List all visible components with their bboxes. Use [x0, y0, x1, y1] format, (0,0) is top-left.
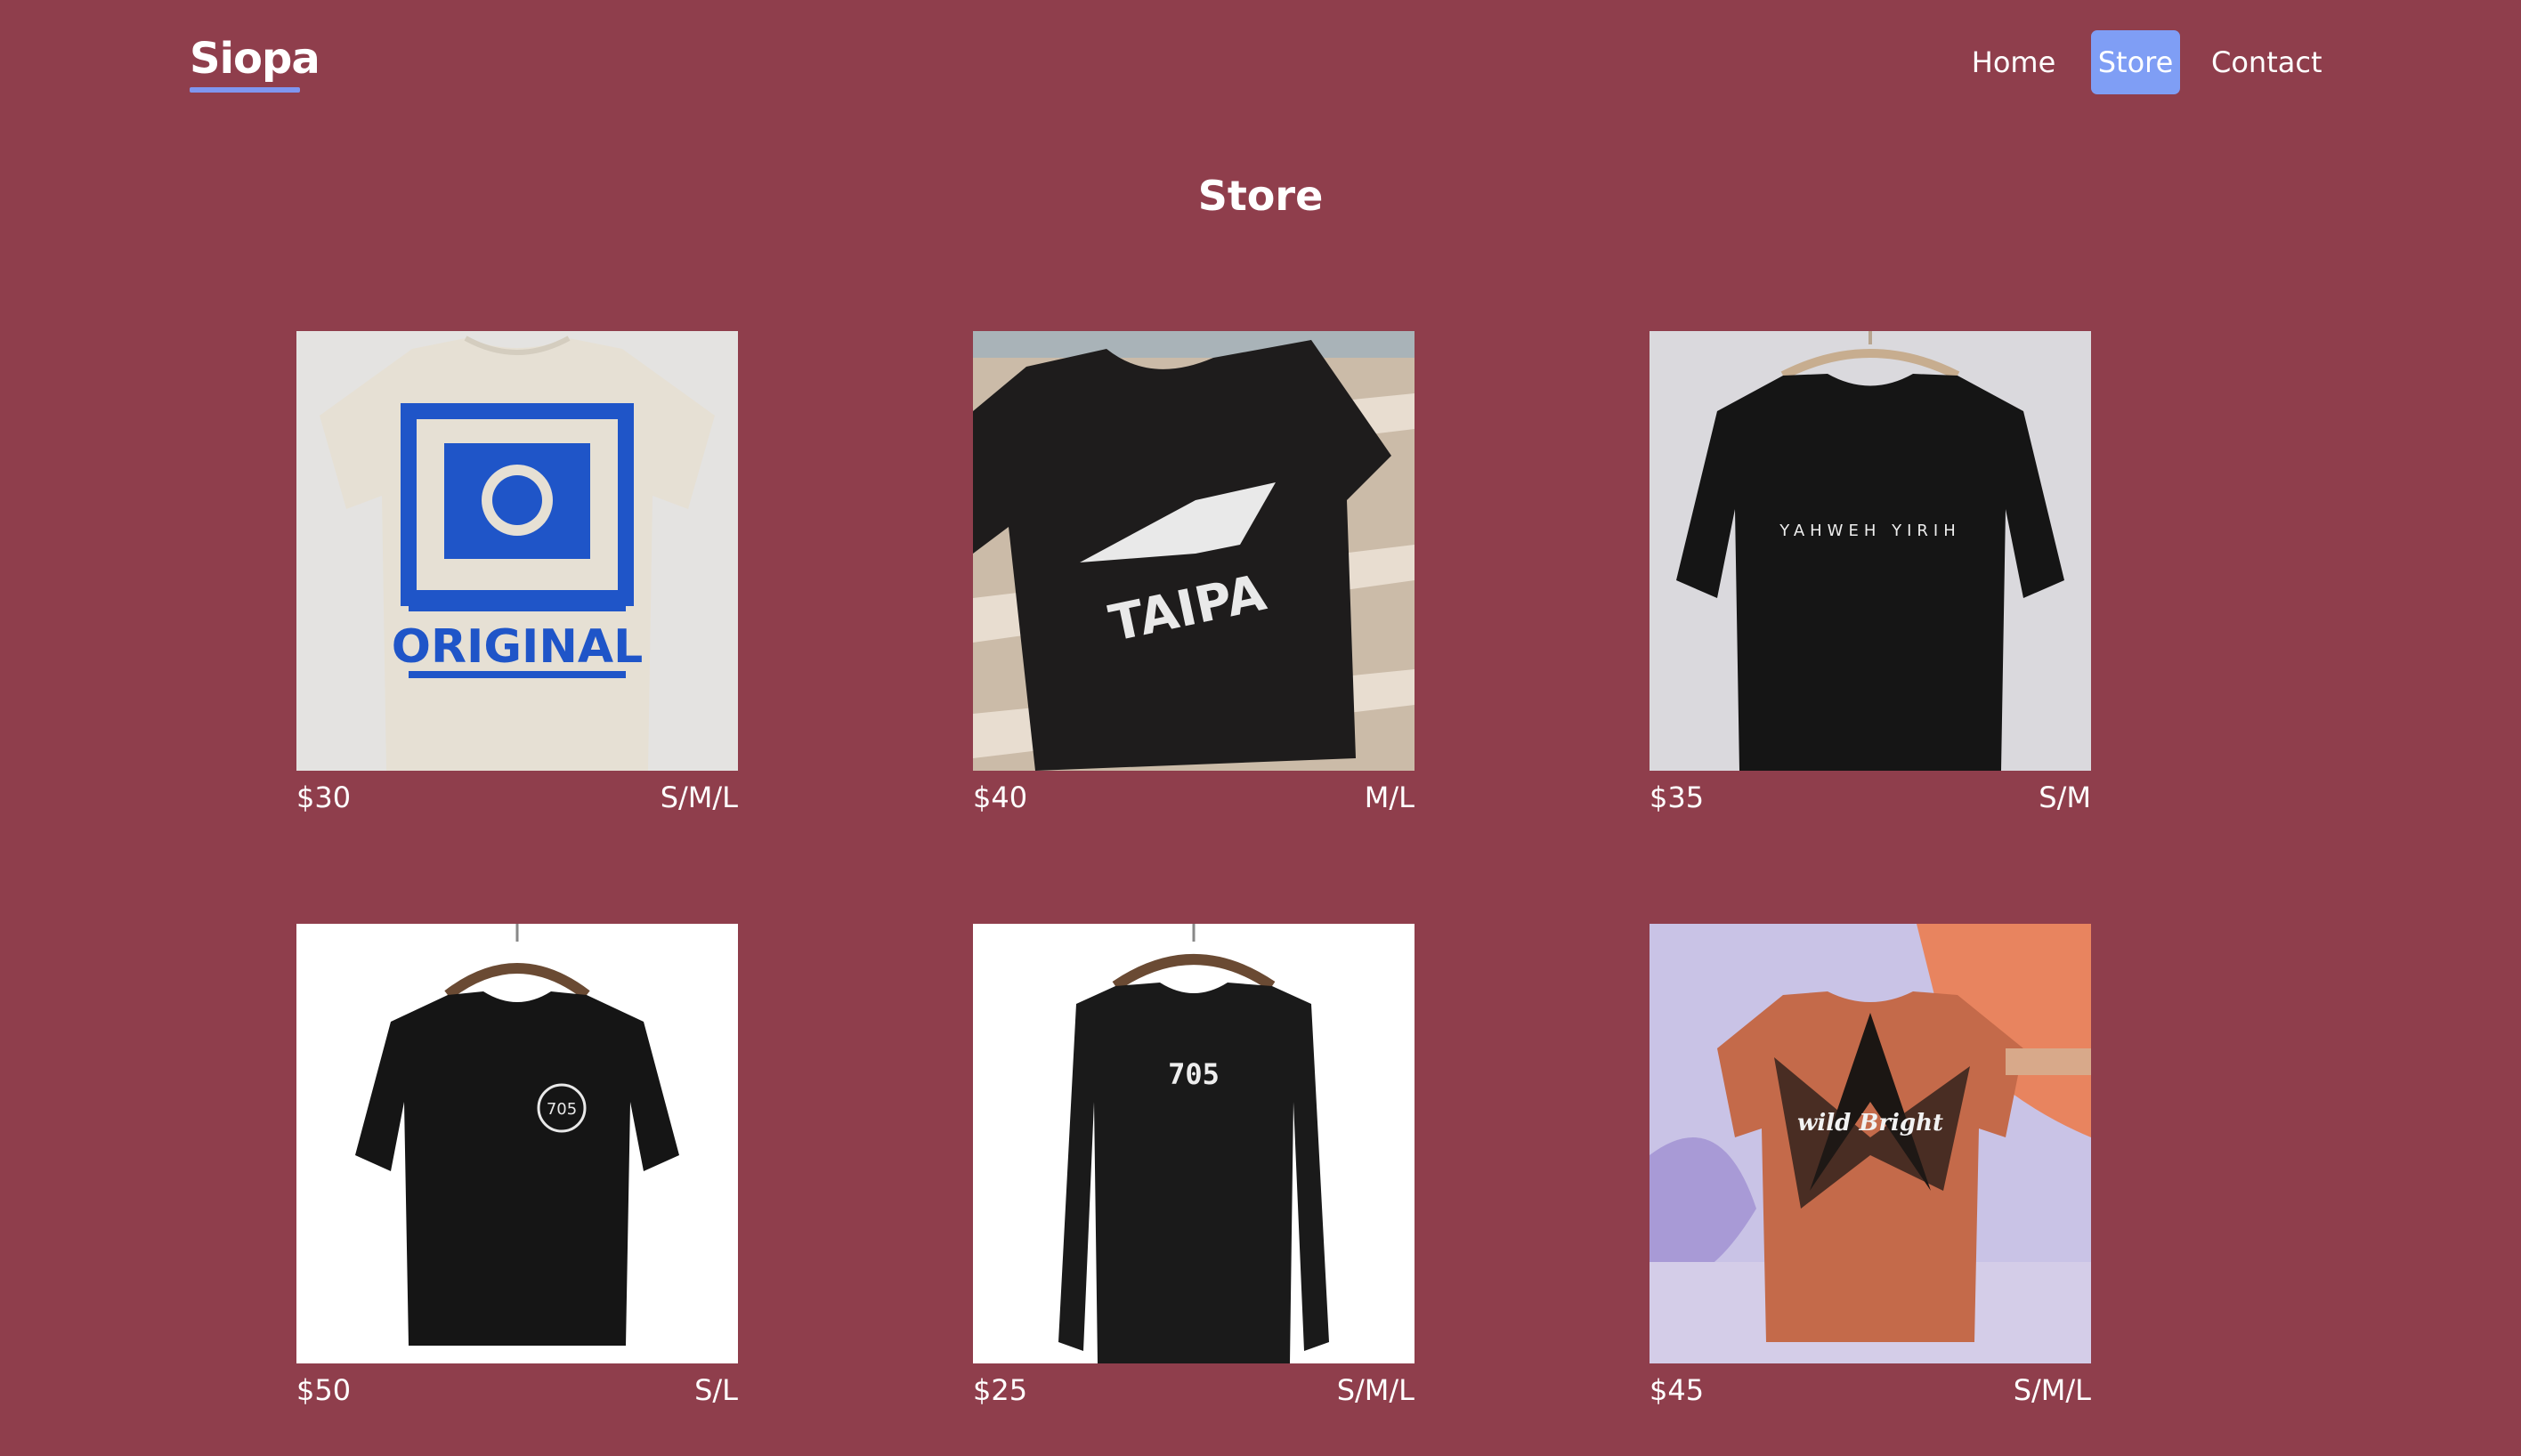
black-tshirt-hanger-icon: YAHWEH YIRIH [1650, 331, 2091, 771]
product-card[interactable]: 705 $25 S/M/L [973, 924, 1415, 1417]
product-price: $35 [1650, 781, 1705, 814]
product-card[interactable]: ORIGINAL $30 S/M/L [296, 331, 738, 824]
black-longsleeve-icon: 705 [973, 924, 1415, 1363]
product-sizes: S/M [2039, 781, 2091, 814]
product-image[interactable]: ORIGINAL [296, 331, 738, 771]
product-image[interactable]: 705 [973, 924, 1415, 1363]
nav-home[interactable]: Home [1967, 30, 2060, 94]
product-image[interactable]: wild Bright [1650, 924, 2091, 1363]
product-sizes: S/M/L [1336, 1373, 1415, 1407]
page-title: Store [1197, 172, 1324, 220]
product-price: $40 [973, 781, 1028, 814]
product-image[interactable]: 705 [296, 924, 738, 1363]
svg-text:705: 705 [1168, 1057, 1220, 1091]
svg-text:705: 705 [547, 1100, 577, 1119]
svg-text:ORIGINAL: ORIGINAL [392, 620, 644, 674]
brand-underline [190, 87, 300, 93]
product-price: $25 [973, 1373, 1028, 1407]
product-sizes: S/M/L [660, 781, 738, 814]
product-card[interactable]: YAHWEH YIRIH $35 S/M [1650, 331, 2091, 824]
product-card[interactable]: 705 $50 S/L [296, 924, 738, 1417]
product-price: $30 [296, 781, 352, 814]
product-sizes: S/L [694, 1373, 738, 1407]
black-tshirt-eagle-icon: TAIPA [973, 331, 1415, 771]
svg-text:YAHWEH YIRIH: YAHWEH YIRIH [1779, 522, 1961, 540]
cream-tshirt-icon: ORIGINAL [296, 331, 738, 771]
black-tshirt-badge-icon: 705 [296, 924, 738, 1363]
product-sizes: S/M/L [2013, 1373, 2091, 1407]
nav-store[interactable]: Store [2091, 30, 2180, 94]
product-sizes: M/L [1364, 781, 1415, 814]
product-card[interactable]: TAIPA $40 M/L [973, 331, 1415, 824]
brand-logo[interactable]: Siopa [190, 30, 320, 87]
nav-contact[interactable]: Contact [2211, 30, 2322, 94]
svg-text:wild Bright: wild Bright [1797, 1110, 1943, 1136]
product-price: $50 [296, 1373, 352, 1407]
product-card[interactable]: wild Bright $45 S/M/L [1650, 924, 2091, 1417]
product-image[interactable]: YAHWEH YIRIH [1650, 331, 2091, 771]
tiedye-tshirt-icon: wild Bright [1650, 924, 2091, 1363]
product-price: $45 [1650, 1373, 1705, 1407]
product-image[interactable]: TAIPA [973, 331, 1415, 771]
